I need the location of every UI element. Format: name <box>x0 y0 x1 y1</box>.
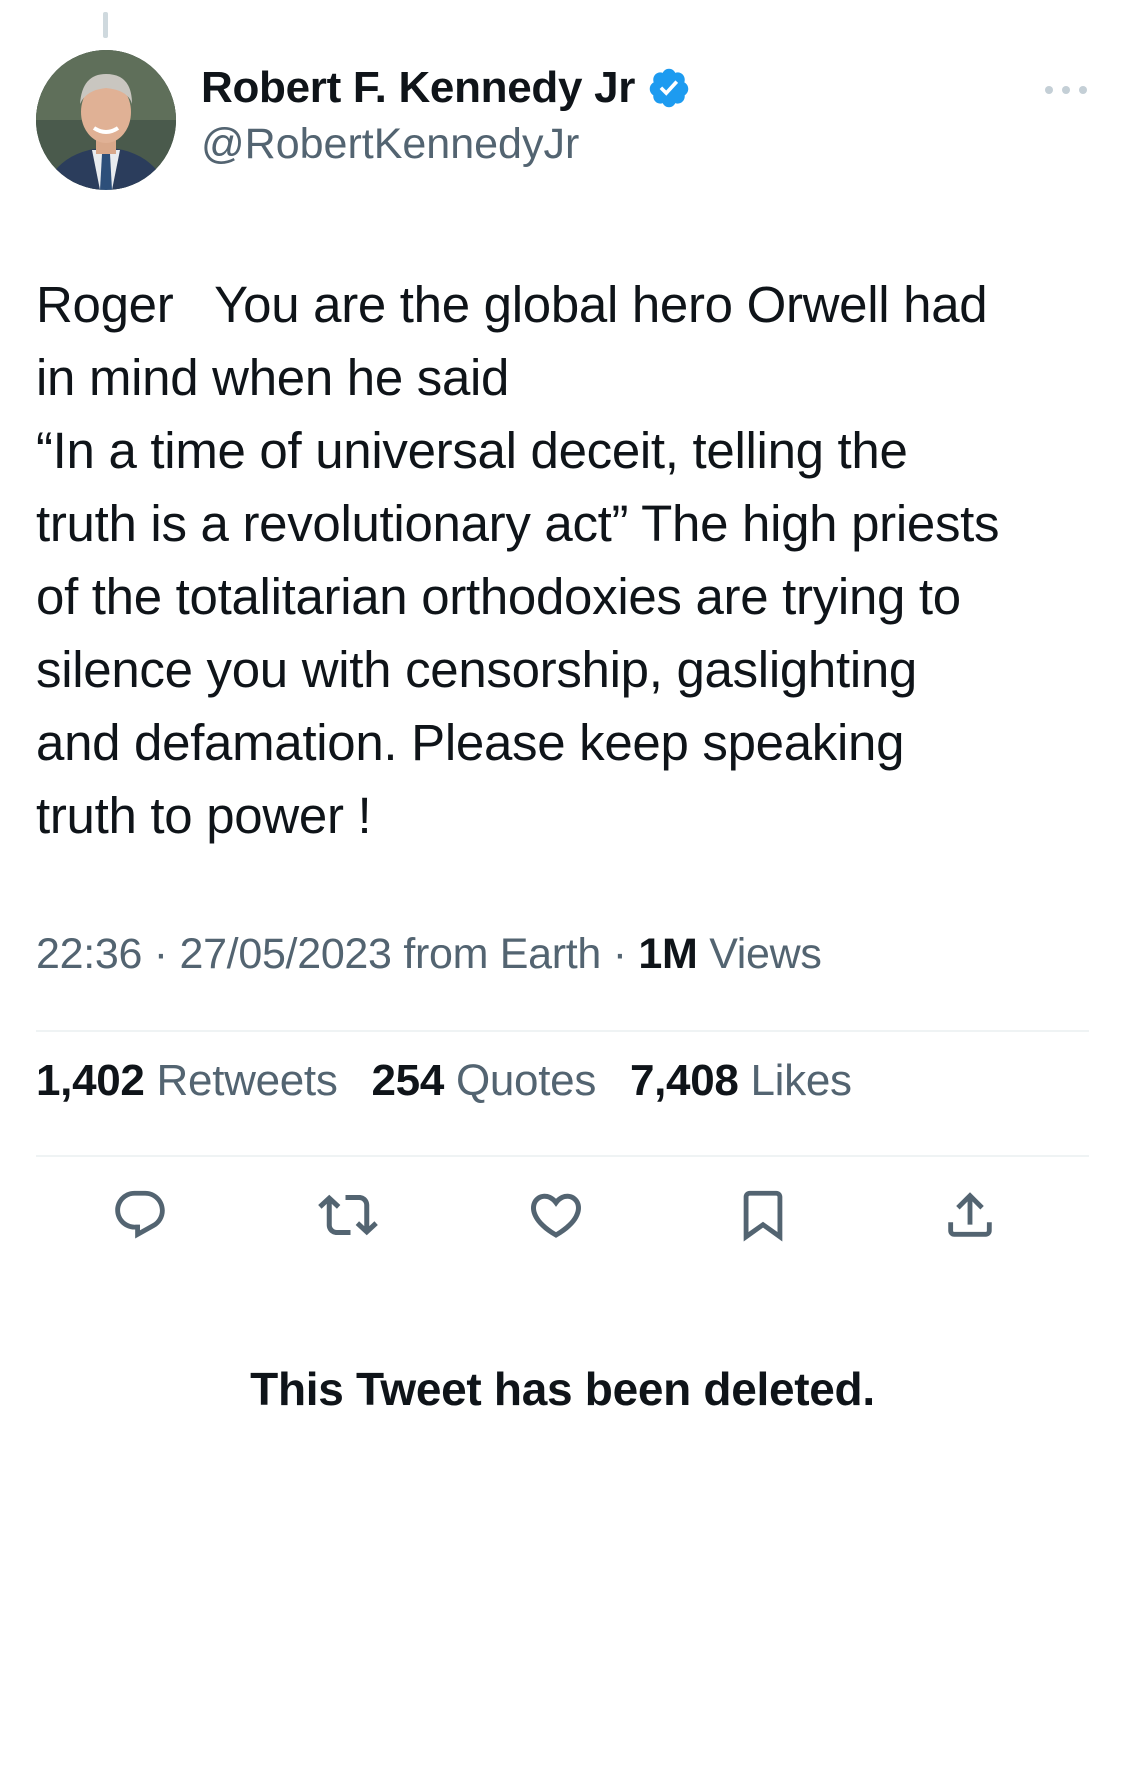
retweet-icon <box>318 1194 378 1236</box>
likes-count: 7,408 <box>629 1056 739 1105</box>
quotes-count: 254 <box>371 1056 445 1105</box>
quotes-label: Quotes <box>455 1056 597 1105</box>
divider <box>36 1030 1089 1032</box>
tweet-meta: 22:36 · 27/05/2023 from Earth · 1M Views <box>36 930 822 979</box>
meta-separator: · <box>153 930 168 978</box>
share-icon <box>948 1192 992 1237</box>
retweets-count: 1,402 <box>36 1056 145 1105</box>
tweet-text: Roger You are the global hero Orwell had… <box>36 276 1000 844</box>
share-button[interactable] <box>935 1180 1005 1250</box>
quotes-stat[interactable]: 254 Quotes <box>372 1056 608 1105</box>
reply-button[interactable] <box>105 1180 175 1250</box>
verified-badge-icon[interactable] <box>647 66 691 110</box>
meta-separator: · <box>612 930 627 978</box>
bookmark-icon <box>743 1190 783 1242</box>
reply-icon <box>115 1190 165 1239</box>
author-info: Robert F. Kennedy Jr @RobertKennedyJr <box>201 60 691 169</box>
retweet-button[interactable] <box>313 1180 383 1250</box>
retweets-stat[interactable]: 1,402 Retweets <box>36 1056 350 1105</box>
bookmark-button[interactable] <box>728 1180 798 1250</box>
tweet-header: Robert F. Kennedy Jr @RobertKennedyJr <box>36 50 1089 200</box>
display-name-row: Robert F. Kennedy Jr <box>201 60 691 116</box>
divider <box>36 1155 1089 1157</box>
tweet-date[interactable]: 27/05/2023 <box>179 930 392 978</box>
retweets-label: Retweets <box>156 1056 338 1105</box>
author-handle[interactable]: @RobertKennedyJr <box>201 120 691 169</box>
like-button[interactable] <box>521 1180 591 1250</box>
display-name[interactable]: Robert F. Kennedy Jr <box>201 63 635 113</box>
views-count: 1M <box>638 930 698 978</box>
avatar[interactable] <box>36 50 176 190</box>
views-label: Views <box>709 930 822 978</box>
more-options-icon[interactable] <box>1043 80 1089 100</box>
likes-label: Likes <box>750 1056 853 1105</box>
tweet-source: from Earth <box>403 930 602 978</box>
tweet-time[interactable]: 22:36 <box>36 930 142 978</box>
likes-stat[interactable]: 7,408 Likes <box>630 1056 852 1105</box>
like-icon <box>530 1193 582 1238</box>
tweet-stats: 1,402 Retweets 254 Quotes 7,408 Likes <box>36 1056 874 1106</box>
deleted-notice: This Tweet has been deleted. <box>250 1363 875 1415</box>
thread-connector-line <box>103 12 108 38</box>
action-bar <box>0 1180 1125 1250</box>
